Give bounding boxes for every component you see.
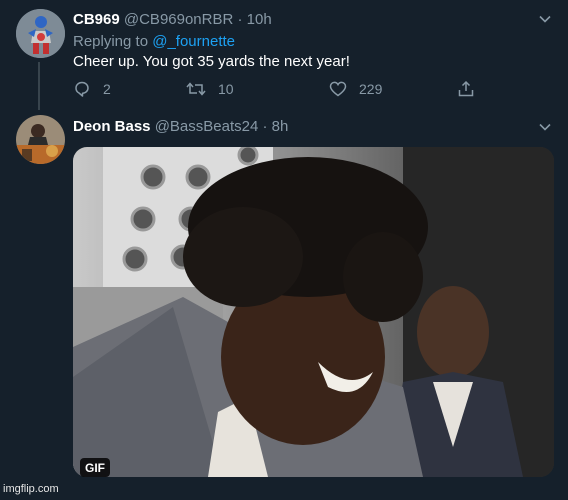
watermark: imgflip.com [3, 483, 59, 495]
user-handle[interactable]: @BassBeats24 [155, 118, 259, 135]
separator-dot: · [262, 118, 268, 135]
gif-badge: GIF [80, 458, 110, 477]
avatar-deon-bass[interactable] [16, 115, 65, 164]
tweet-deon-bass[interactable]: Deon Bass @BassBeats24 · 8h GIF [0, 0, 568, 500]
gif-media[interactable] [73, 147, 554, 477]
gif-frame-image [73, 147, 554, 477]
display-name[interactable]: Deon Bass [73, 118, 151, 135]
timestamp[interactable]: 8h [272, 118, 289, 135]
tweet-header: Deon Bass @BassBeats24 · 8h [73, 118, 288, 135]
chevron-down-icon[interactable] [538, 120, 552, 134]
